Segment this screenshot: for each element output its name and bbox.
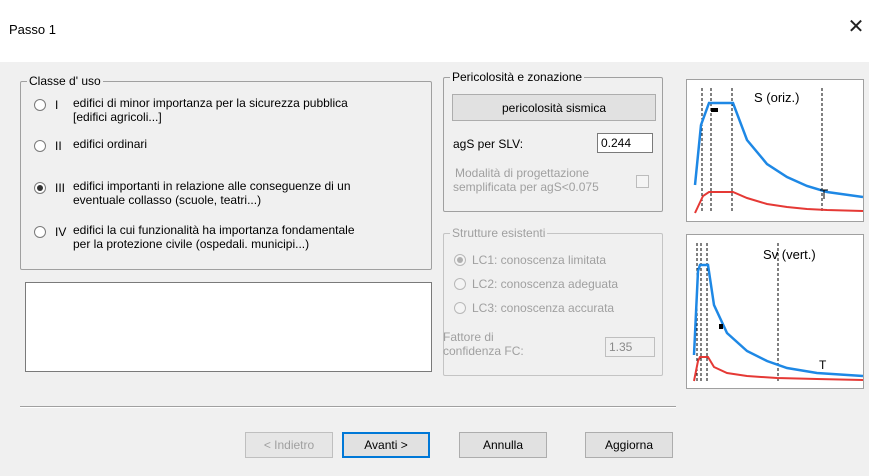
lc-radio-3[interactable] [454,302,466,314]
classe-uso-desc-line2: per la protezione civile (ospedali. muni… [73,237,310,251]
classe-uso-desc-line2: eventuale collasso (scuole, teatri...) [73,193,262,207]
modalita-label-2: semplificata per agS<0.075 [453,180,599,194]
lc-label: LC3: conoscenza accurata [472,301,615,315]
lc-radio-1[interactable] [454,254,466,266]
spectrum-vertical-plot: Sv (vert.) T [692,243,864,382]
classe-uso-roman: IV [55,225,67,239]
classe-uso-radio-3[interactable] [34,182,46,194]
classe-uso-desc-line1: edifici la cui funzionalità ha importanz… [73,223,355,237]
cancel-button[interactable]: Annulla [459,432,547,458]
lc-label: LC2: conoscenza adeguata [472,277,619,291]
bottom-separator [20,406,676,408]
lc-label: LC1: conoscenza limitata [472,253,607,267]
title-bar: Passo 1 ✕ [0,0,869,62]
notes-box[interactable] [25,282,432,372]
classe-uso-desc-line1: edifici ordinari [73,137,148,151]
marker-point [711,108,718,112]
fc-label-1: Fattore di [443,330,494,344]
dialog-body: Classe d' uso Iedifici di minor importan… [0,62,869,476]
ags-label: agS per SLV: [453,137,524,151]
next-button[interactable]: Avanti > [342,432,430,458]
close-icon[interactable]: ✕ [845,16,867,38]
spectrum-horizontal-chart: S (oriz.) [686,79,864,222]
classe-uso-desc-line1: edifici importanti in relazione alle con… [73,179,351,193]
fc-label-2: confidenza FC: [443,344,524,358]
classe-uso-roman: II [55,139,62,153]
chart-label-oriz: S (oriz.) [754,90,800,105]
window-title: Passo 1 [9,22,56,37]
elastic-spectrum-curve [694,191,864,214]
spectrum-horizontal-plot: S (oriz.) [693,88,864,214]
pericolosita-sismica-button[interactable]: pericolosità sismica [452,94,656,121]
classe-uso-desc-line1: edifici di minor importanza per la sicur… [73,96,348,110]
design-spectrum-curve [693,101,864,199]
fc-input[interactable]: 1.35 [605,337,655,357]
classe-uso-legend: Classe d' uso [29,74,101,88]
update-button[interactable]: Aggiorna [585,432,673,458]
lc-radio-2[interactable] [454,278,466,290]
spectrum-vertical-chart: Sv (vert.) T [686,234,864,389]
classe-uso-radio-4[interactable] [34,226,46,238]
ags-input[interactable]: 0.244 [597,133,653,153]
chart-t-label-v: T [819,358,827,372]
chart-label-vert: Sv (vert.) [763,247,816,262]
dialog-window: Passo 1 ✕ Classe d' uso Iedifici di mino… [0,0,869,476]
classe-uso-roman: I [55,98,59,112]
classe-uso-roman: III [55,181,66,195]
classe-uso-desc-line2: [edifici agricoli...] [73,110,162,124]
classe-uso-radio-2[interactable] [34,140,46,152]
pericolosita-legend: Pericolosità e zonazione [452,70,583,84]
back-button[interactable]: < Indietro [245,432,333,458]
strutture-esistenti-legend: Strutture esistenti [452,226,546,240]
modalita-checkbox[interactable] [636,175,649,188]
modalita-label-1: Modalità di progettazione [455,166,590,180]
classe-uso-radio-1[interactable] [34,99,46,111]
marker-point-v [719,324,723,329]
